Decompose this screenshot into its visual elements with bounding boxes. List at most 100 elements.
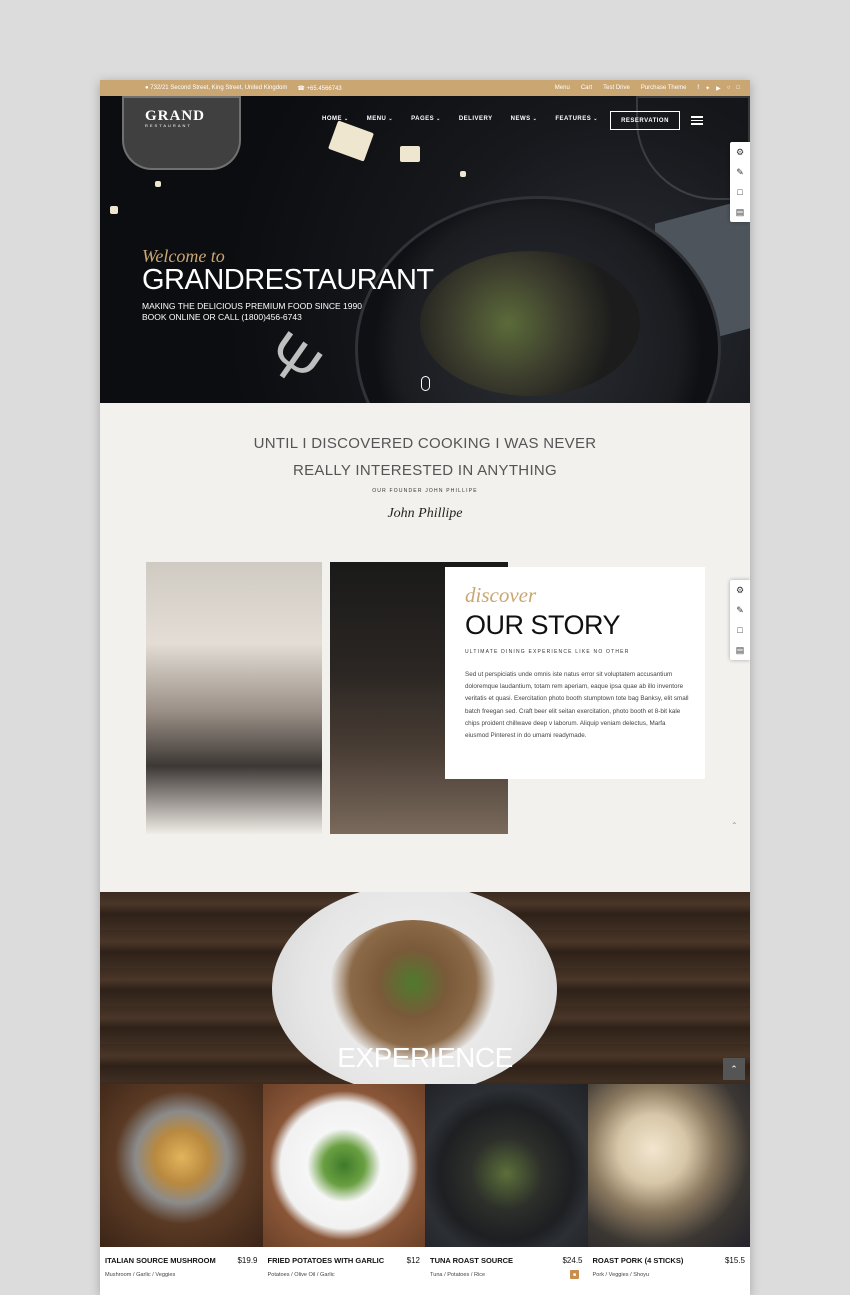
menu-item-image xyxy=(587,1084,750,1247)
fork-image: Ψ xyxy=(253,318,334,402)
menu-grid: ITALIAN SOURCE MUSHROOM $19.9 Mushroom /… xyxy=(100,1084,750,1295)
cheese-image xyxy=(328,120,374,162)
nav-label: HOME xyxy=(322,116,342,122)
reservation-button[interactable]: RESERVATION xyxy=(610,111,680,130)
nav-label: MENU xyxy=(366,116,387,122)
menu-item-ingredients: Mushroom / Garlic / Veggies xyxy=(105,1272,176,1278)
youtube-icon[interactable]: ▶ xyxy=(716,85,721,92)
map-pin-icon: ● xyxy=(145,85,149,91)
scroll-down-icon[interactable] xyxy=(421,376,430,391)
edit-icon[interactable]: ✎ xyxy=(730,600,750,620)
menu-item[interactable]: TUNA ROAST SOURCE $24.5 Tuna / Potatoes … xyxy=(425,1084,588,1295)
pasta-dish-image xyxy=(420,251,640,396)
cart-icon[interactable]: ■ xyxy=(570,1270,579,1279)
topbar-link-cart[interactable]: Cart xyxy=(581,85,592,91)
nav-item-delivery[interactable]: DELIVERY xyxy=(459,116,493,122)
site-logo[interactable]: GRAND RESTAURANT xyxy=(145,108,205,128)
chevron-down-icon: ⌄ xyxy=(436,116,441,122)
menu-item-name: FRIED POTATOES WITH GARLIC xyxy=(267,1256,385,1265)
hero-subtitle: MAKING THE DELICIOUS PREMIUM FOOD SINCE … xyxy=(142,301,362,323)
menu-item-price: $15.5 xyxy=(724,1256,745,1265)
cheese-crumb xyxy=(155,181,161,187)
nav-label: FEATURES xyxy=(555,116,592,122)
topbar-link-menu[interactable]: Menu xyxy=(555,85,570,91)
basket-icon[interactable]: ▤ xyxy=(730,202,750,222)
nav-label: DELIVERY xyxy=(458,116,493,122)
main-nav: HOME ⌄ MENU ⌄ PAGES ⌄ DELIVERY NEWS ⌄ FEATUR… xyxy=(322,116,598,122)
menu-item-ingredients: Tuna / Potatoes / Rice xyxy=(430,1272,486,1278)
chef-plating-photo xyxy=(146,562,322,834)
pinterest-icon[interactable]: ○ xyxy=(727,85,731,92)
founder-quote: UNTIL I DISCOVERED COOKING I WAS NEVER R… xyxy=(100,430,750,522)
menu-item-info: FRIED POTATOES WITH GARLIC $12 Potatoes … xyxy=(262,1247,425,1295)
twitter-icon[interactable]: ✦ xyxy=(705,85,710,92)
story-kicker: ULTIMATE DINING EXPERIENCE LIKE NO OTHER xyxy=(465,649,630,655)
gear-icon[interactable]: ⚙ xyxy=(730,142,750,162)
nav-item-features[interactable]: FEATURES ⌄ xyxy=(555,116,598,122)
phone: ☎ +65.4566743 xyxy=(297,85,341,92)
nav-item-pages[interactable]: PAGES ⌄ xyxy=(411,116,441,122)
menu-item-ingredients: Potatoes / Olive Oil / Garlic xyxy=(267,1272,335,1278)
chevron-up-icon[interactable]: ⌃ xyxy=(731,821,738,830)
cheese-image xyxy=(400,146,420,162)
menu-item[interactable]: ITALIAN SOURCE MUSHROOM $19.9 Mushroom /… xyxy=(100,1084,263,1295)
nav-item-home[interactable]: HOME ⌄ xyxy=(322,116,349,122)
story-title: OUR STORY xyxy=(465,610,621,640)
nav-item-menu[interactable]: MENU ⌄ xyxy=(367,116,393,122)
edit-icon[interactable]: ✎ xyxy=(730,162,750,182)
menu-item-ingredients: Pork / Veggies / Shoyu xyxy=(592,1272,650,1278)
quote-line2: REALLY INTERESTED IN ANYTHING xyxy=(292,462,558,479)
menu-item-image xyxy=(100,1084,263,1247)
menu-item-price: $12 xyxy=(406,1256,420,1265)
side-tools-panel: ⚙ ✎ □ ▤ xyxy=(730,142,750,222)
story-script-heading: discover xyxy=(465,583,537,607)
phone-icon: ☎ xyxy=(297,85,305,92)
experience-banner: EXPERIENCE xyxy=(100,892,750,1084)
nav-label: PAGES xyxy=(411,116,435,122)
menu-item-info: ROAST PORK (4 STICKS) $15.5 Pork / Veggi… xyxy=(587,1247,750,1295)
chevron-down-icon: ⌄ xyxy=(532,116,538,122)
phone-text: +65.4566743 xyxy=(306,85,342,92)
chevron-down-icon: ⌄ xyxy=(344,116,349,122)
hero-title: GRANDRESTAURANT xyxy=(142,264,434,296)
hamburger-menu-icon[interactable] xyxy=(691,116,703,127)
top-info-bar: ● 732/21 Second Street, King Street, Uni… xyxy=(100,80,750,96)
founder-signature: John Phillipe xyxy=(387,506,463,521)
nav-label: NEWS xyxy=(510,116,531,122)
menu-item[interactable]: ROAST PORK (4 STICKS) $15.5 Pork / Veggi… xyxy=(587,1084,750,1295)
menu-item-name: TUNA ROAST SOURCE xyxy=(430,1256,514,1265)
topbar-link-test-drive[interactable]: Test Drive xyxy=(603,85,630,91)
noodle-dish-image xyxy=(328,920,498,1060)
hero-subtitle-line2: BOOK ONLINE OR CALL (1800)456-6743 xyxy=(142,312,302,322)
page-frame: ● 732/21 Second Street, King Street, Uni… xyxy=(100,80,750,1295)
menu-item-price: $19.9 xyxy=(237,1256,258,1265)
menu-item-image xyxy=(262,1084,425,1247)
instagram-icon[interactable]: □ xyxy=(736,85,740,92)
cheese-crumb xyxy=(110,206,118,214)
menu-item[interactable]: FRIED POTATOES WITH GARLIC $12 Potatoes … xyxy=(262,1084,425,1295)
nav-item-news[interactable]: NEWS ⌄ xyxy=(511,116,538,122)
quote-attribution: OUR FOUNDER JOHN PHILLIPE xyxy=(372,488,478,494)
menu-item-name: ITALIAN SOURCE MUSHROOM xyxy=(105,1256,216,1265)
address-text: 732/21 Second Street, King Street, Unite… xyxy=(150,85,288,91)
cheese-crumb xyxy=(460,171,466,177)
story-body: Sed ut perspiciatis unde omnis iste natu… xyxy=(465,671,689,740)
menu-item-price: $24.5 xyxy=(562,1256,583,1265)
our-story-card: discover OUR STORY ULTIMATE DINING EXPER… xyxy=(445,567,705,779)
menu-item-name: ROAST PORK (4 STICKS) xyxy=(592,1256,684,1265)
book-icon[interactable]: □ xyxy=(730,620,750,640)
side-tools-panel: ⚙ ✎ □ ▤ xyxy=(730,580,750,660)
topbar-link-purchase-theme[interactable]: Purchase Theme xyxy=(641,85,687,91)
basket-icon[interactable]: ▤ xyxy=(730,640,750,660)
experience-heading: EXPERIENCE xyxy=(337,1042,513,1073)
book-icon[interactable]: □ xyxy=(730,182,750,202)
menu-item-info: TUNA ROAST SOURCE $24.5 Tuna / Potatoes … xyxy=(425,1247,588,1295)
hero-subtitle-line1: MAKING THE DELICIOUS PREMIUM FOOD SINCE … xyxy=(142,301,362,311)
menu-item-info: ITALIAN SOURCE MUSHROOM $19.9 Mushroom /… xyxy=(100,1247,263,1295)
hero-banner: Ψ GRAND RESTAURANT HOME ⌄ MENU ⌄ PAGES ⌄ DE… xyxy=(100,96,750,403)
back-to-top-button[interactable]: ⌃ xyxy=(723,1058,745,1080)
chevron-down-icon: ⌄ xyxy=(388,116,394,122)
gear-icon[interactable]: ⚙ xyxy=(730,580,750,600)
facebook-icon[interactable]: f xyxy=(697,85,699,92)
chevron-down-icon: ⌄ xyxy=(593,116,598,122)
